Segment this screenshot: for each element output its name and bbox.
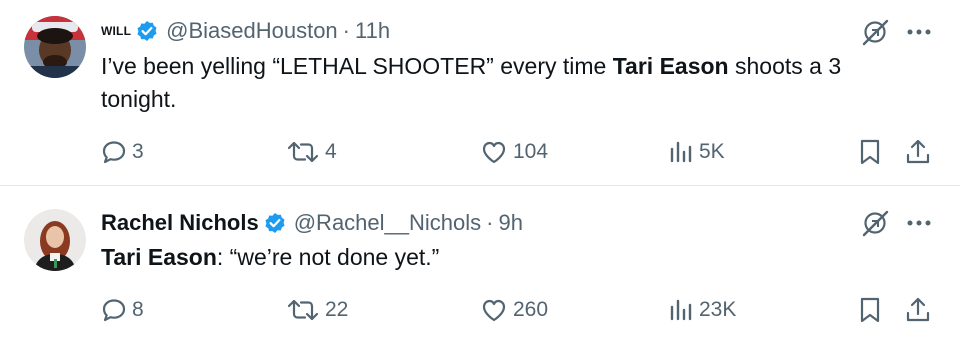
like-count: 260 — [513, 298, 549, 321]
avatar[interactable] — [24, 209, 86, 271]
verified-badge-icon — [265, 213, 285, 233]
reply-button[interactable]: 8 — [101, 294, 144, 326]
tweet-card[interactable]: Rachel Nichols @Rachel__Nichols · 9h Tar… — [0, 187, 960, 351]
like-icon — [482, 141, 506, 164]
views-button[interactable]: 5K — [668, 136, 725, 168]
timestamp[interactable]: 9h — [498, 210, 522, 236]
views-icon — [670, 299, 692, 321]
reply-count: 3 — [132, 140, 144, 163]
like-button[interactable]: 104 — [480, 136, 548, 168]
share-icon — [906, 297, 930, 322]
separator: · — [486, 210, 494, 235]
repost-count: 22 — [325, 298, 349, 321]
tweet-header: WILL @BiasedHouston · 11h — [101, 16, 390, 46]
bookmark-icon — [860, 297, 880, 323]
tweet-text: Tari Eason: “we’re not done yet.” — [101, 241, 901, 274]
separator: · — [342, 18, 350, 43]
like-icon — [482, 299, 506, 322]
bookmark-button[interactable] — [858, 136, 882, 168]
bookmark-button[interactable] — [858, 294, 882, 326]
tweet-text-part: I’ve been yelling “LETHAL SHOOTER” every… — [101, 53, 613, 79]
like-count: 104 — [513, 140, 549, 163]
repost-icon — [287, 299, 319, 321]
like-button[interactable]: 260 — [480, 294, 548, 326]
tweet-text-part: : “we’re not done yet.” — [216, 244, 440, 270]
repost-count: 4 — [325, 140, 337, 163]
share-icon — [906, 139, 930, 164]
grok-icon[interactable] — [860, 208, 890, 238]
grok-icon[interactable] — [860, 17, 890, 47]
tweet-header: Rachel Nichols @Rachel__Nichols · 9h — [101, 207, 523, 239]
verified-badge-icon — [137, 21, 157, 41]
reply-count: 8 — [132, 298, 144, 321]
mention-bold: Tari Eason — [612, 53, 729, 79]
display-name[interactable]: WILL — [101, 24, 131, 38]
bookmark-icon — [860, 139, 880, 165]
tweet-card[interactable]: WILL @BiasedHouston · 11h I’ve been yell… — [0, 0, 960, 186]
views-icon — [670, 141, 692, 163]
repost-icon — [287, 141, 319, 163]
reply-button[interactable]: 3 — [101, 136, 144, 168]
handle[interactable]: @Rachel__Nichols — [294, 210, 481, 236]
repost-button[interactable]: 22 — [286, 294, 348, 326]
tweet-text: I’ve been yelling “LETHAL SHOOTER” every… — [101, 50, 901, 116]
more-icon[interactable] — [906, 218, 932, 228]
views-count: 5K — [699, 140, 725, 163]
views-button[interactable]: 23K — [668, 294, 736, 326]
reply-icon — [102, 141, 126, 164]
timestamp[interactable]: 11h — [355, 18, 390, 44]
avatar[interactable] — [24, 16, 86, 78]
handle[interactable]: @BiasedHouston — [166, 18, 338, 44]
share-button[interactable] — [904, 294, 932, 326]
display-name[interactable]: Rachel Nichols — [101, 210, 259, 236]
repost-button[interactable]: 4 — [286, 136, 337, 168]
views-count: 23K — [699, 298, 737, 321]
mention-bold: Tari Eason — [101, 244, 217, 270]
more-icon[interactable] — [906, 27, 932, 37]
reply-icon — [102, 299, 126, 322]
share-button[interactable] — [904, 136, 932, 168]
